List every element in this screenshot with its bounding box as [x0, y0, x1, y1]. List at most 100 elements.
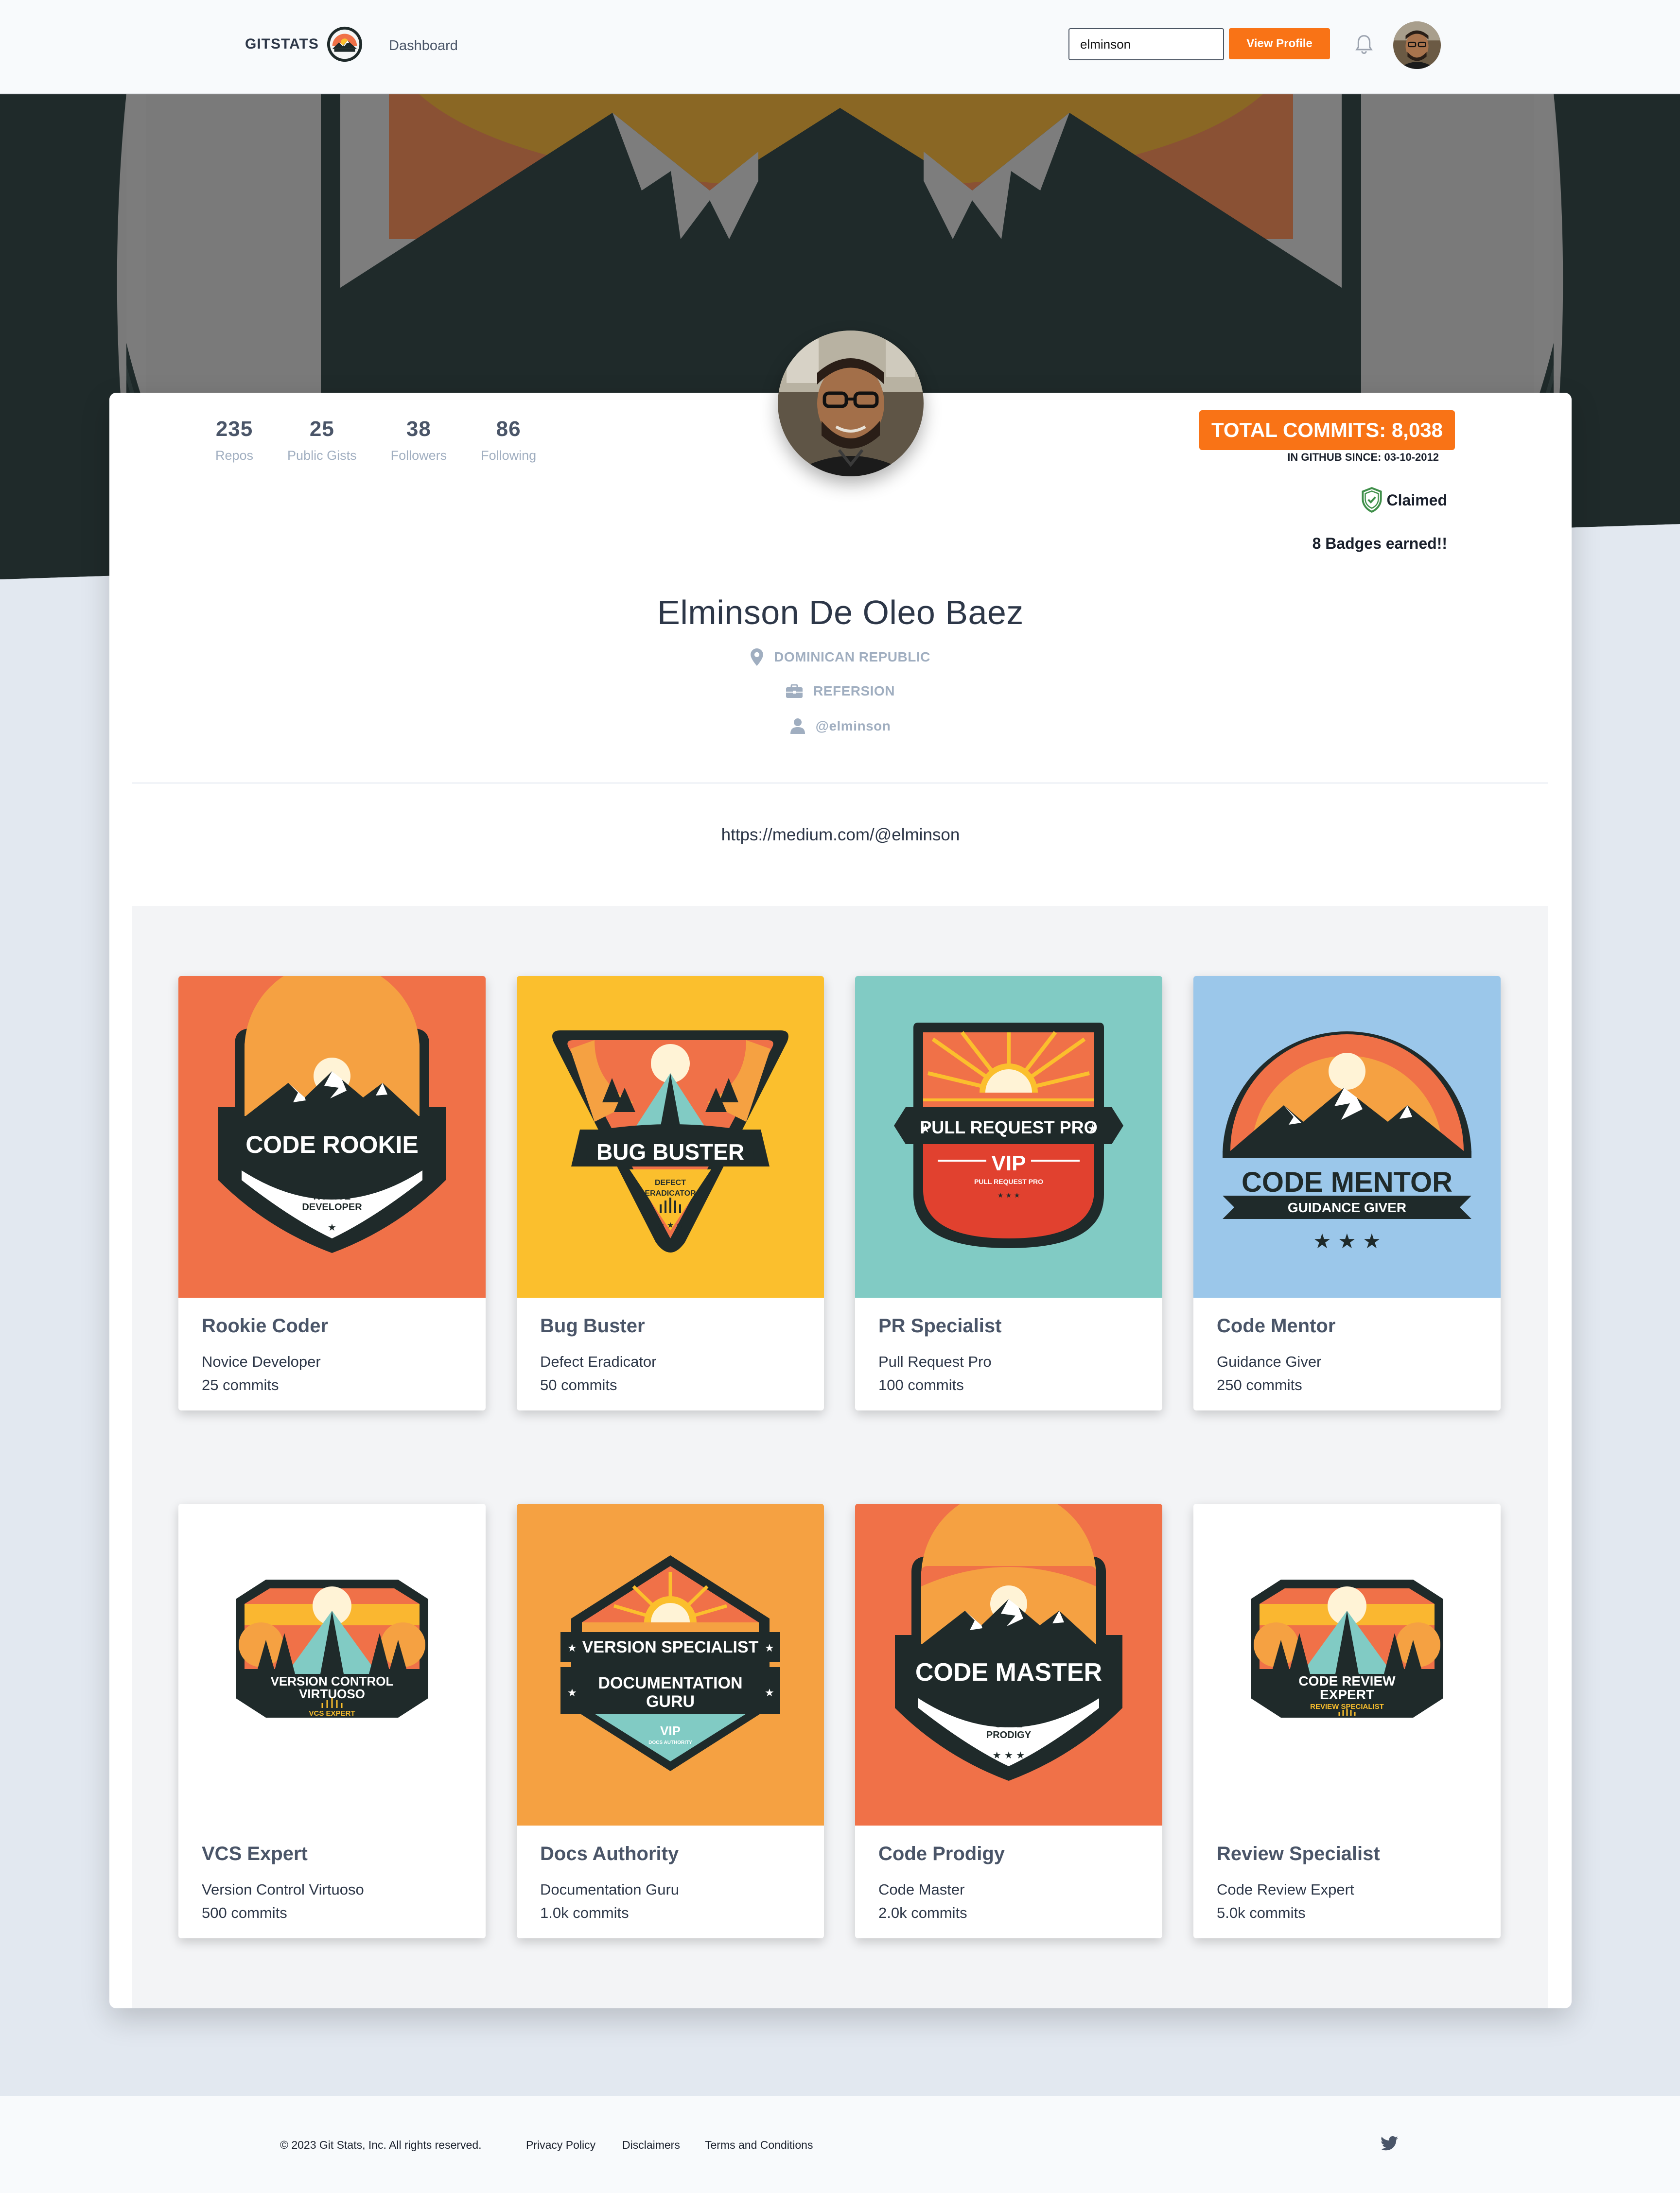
svg-text:GURU: GURU [646, 1692, 695, 1711]
badge-subtitle: Version Control Virtuoso [202, 1881, 364, 1898]
svg-text:★: ★ [328, 1221, 336, 1233]
badge-subtitle: Guidance Giver [1217, 1353, 1322, 1370]
badge-art-title: PULL REQUEST PRO [920, 1117, 1097, 1137]
view-profile-button[interactable]: View Profile [1229, 28, 1330, 59]
documentation-guru-badge-icon: VERSION SPECIALIST ★ ★ DOCUMENTATION GUR… [517, 1504, 824, 1826]
stat-followers: 38 Followers [391, 417, 447, 463]
badge-title: PR Specialist [878, 1315, 1002, 1337]
search-input[interactable] [1068, 28, 1224, 60]
code-review-expert-badge-icon: CODE REVIEW EXPERT REVIEW SPECIALIST [1193, 1504, 1501, 1826]
stat-label: Repos [215, 448, 254, 463]
svg-text:DOCS AUTHORITY: DOCS AUTHORITY [648, 1740, 692, 1745]
badge-commits: 50 commits [540, 1376, 617, 1393]
svg-text:DEFECT: DEFECT [655, 1179, 686, 1187]
bell-icon[interactable] [1354, 34, 1374, 55]
svg-text:★ ★ ★: ★ ★ ★ [657, 1220, 683, 1230]
twitter-icon[interactable] [1381, 2136, 1398, 2151]
nav-link-dashboard[interactable]: Dashboard [389, 38, 458, 54]
badge-art: CODE MASTER CODE PRODIGY ★ ★ ★ [855, 1504, 1162, 1826]
badge-card-rookie-coder[interactable]: CODE ROOKIE NOVICE DEVELOPER ★ Rookie Co… [178, 976, 486, 1410]
badge-subtitle: Code Review Expert [1217, 1881, 1354, 1898]
badge-card-bug-buster[interactable]: BUG BUSTER DEFECT ERADICATOR ★ ★ ★ Bug B… [517, 976, 824, 1410]
user-avatar[interactable] [1393, 21, 1441, 69]
badge-subtitle: Defect Eradicator [540, 1353, 657, 1370]
profile-photo [778, 331, 924, 476]
badge-title: Review Specialist [1217, 1843, 1380, 1864]
footer: © 2023 Git Stats, Inc. All rights reserv… [0, 2096, 1680, 2193]
svg-text:★: ★ [765, 1642, 774, 1654]
stat-label: Followers [390, 448, 447, 463]
badge-card-docs-authority[interactable]: VERSION SPECIALIST ★ ★ DOCUMENTATION GUR… [517, 1504, 824, 1938]
svg-text:★ ★ ★: ★ ★ ★ [993, 1749, 1025, 1761]
svg-text:★: ★ [567, 1687, 577, 1699]
briefcase-icon [786, 684, 803, 698]
github-since: IN GITHUB SINCE: 03-10-2012 [1287, 451, 1439, 463]
footer-copyright: © 2023 Git Stats, Inc. All rights reserv… [280, 2139, 482, 2151]
badge-title: Code Prodigy [878, 1843, 1005, 1864]
badge-card-review-specialist[interactable]: CODE REVIEW EXPERT REVIEW SPECIALIST Rev… [1193, 1504, 1501, 1938]
badge-subtitle: Novice Developer [202, 1353, 321, 1370]
svg-text:★: ★ [765, 1687, 774, 1699]
stat-value: 38 [406, 417, 431, 441]
badge-commits: 1.0k commits [540, 1904, 629, 1921]
svg-text:GUIDANCE GIVER: GUIDANCE GIVER [1288, 1200, 1406, 1215]
badge-card-code-mentor[interactable]: CODE MENTOR GUIDANCE GIVER ★ ★ ★ Code Me… [1193, 976, 1501, 1410]
brand-name: GITSTATS [245, 36, 319, 52]
footer-link-disclaimers[interactable]: Disclaimers [622, 2139, 680, 2152]
badge-art: CODE REVIEW EXPERT REVIEW SPECIALIST [1193, 1504, 1501, 1826]
total-commits-badge: TOTAL COMMITS: 8,038 [1199, 410, 1455, 450]
svg-text:DEVELOPER: DEVELOPER [302, 1202, 362, 1213]
svg-text:VCS EXPERT: VCS EXPERT [309, 1709, 355, 1718]
svg-text:★: ★ [920, 1122, 931, 1135]
svg-text:CODE: CODE [995, 1719, 1023, 1730]
svg-text:★: ★ [567, 1642, 577, 1654]
badge-art-title: VERSION SPECIALIST [582, 1638, 759, 1656]
svg-text:PRODIGY: PRODIGY [986, 1730, 1032, 1740]
badge-commits: 250 commits [1217, 1376, 1302, 1393]
badge-art-title: CODE ROOKIE [245, 1131, 419, 1158]
badge-art: CODE ROOKIE NOVICE DEVELOPER ★ [178, 976, 486, 1298]
profile-name: Elminson De Oleo Baez [657, 593, 1024, 631]
badge-commits: 500 commits [202, 1904, 287, 1921]
badge-art: BUG BUSTER DEFECT ERADICATOR ★ ★ ★ [517, 976, 824, 1298]
badge-title: Code Mentor [1217, 1315, 1336, 1337]
user-icon [790, 718, 805, 734]
stat-repos: 235 Repos [215, 417, 253, 463]
company-text: REFERSION [813, 683, 895, 698]
badge-art-title: BUG BUSTER [596, 1139, 744, 1165]
badge-commits: 25 commits [202, 1376, 279, 1393]
svg-text:VIP: VIP [660, 1723, 681, 1738]
badge-subtitle: Pull Request Pro [878, 1353, 992, 1370]
navbar: GITSTATS Dashboard View Profile [0, 0, 1680, 94]
badges-earned-count: 8 Badges earned!! [1312, 535, 1447, 552]
footer-link-terms[interactable]: Terms and Conditions [705, 2139, 813, 2152]
pull-request-pro-badge-icon: PULL REQUEST PRO ★ ★ VIP PULL REQUEST PR… [855, 976, 1162, 1298]
map-pin-icon [751, 648, 764, 666]
brand[interactable]: GITSTATS [245, 25, 364, 63]
location-text: DOMINICAN REPUBLIC [774, 649, 930, 664]
claimed-status: Claimed [1360, 486, 1447, 514]
svg-text:DOCUMENTATION: DOCUMENTATION [598, 1674, 742, 1692]
code-mentor-badge-icon: CODE MENTOR GUIDANCE GIVER ★ ★ ★ [1193, 976, 1501, 1298]
profile-card: 235 Repos 25 Public Gists 38 Followers 8… [109, 331, 1572, 2008]
badge-commits: 2.0k commits [878, 1904, 967, 1921]
profile-website-link[interactable]: https://medium.com/@elminson [109, 825, 1572, 845]
footer-link-privacy[interactable]: Privacy Policy [526, 2139, 595, 2152]
badge-card-code-prodigy[interactable]: CODE MASTER CODE PRODIGY ★ ★ ★ Code Prod… [855, 1504, 1162, 1938]
svg-text:VIP: VIP [992, 1151, 1026, 1175]
badge-commits: 5.0k commits [1217, 1904, 1306, 1921]
badge-card-vcs-expert[interactable]: VERSION CONTROL VIRTUOSO VCS EXPERT VCS … [178, 1504, 486, 1938]
profile-photo-image [778, 331, 924, 476]
badge-subtitle: Documentation Guru [540, 1881, 680, 1898]
badge-card-pr-specialist[interactable]: PULL REQUEST PRO ★ ★ VIP PULL REQUEST PR… [855, 976, 1162, 1410]
stat-value: 235 [215, 417, 253, 441]
stat-label: Public Gists [287, 448, 357, 463]
stat-value: 25 [309, 417, 334, 441]
svg-text:EXPERT: EXPERT [1320, 1687, 1374, 1702]
profile-company: REFERSION [109, 683, 1572, 699]
badge-art-title: CODE REVIEW [1298, 1673, 1396, 1688]
badge-art-title: CODE MENTOR [1242, 1166, 1452, 1198]
claimed-label: Claimed [1386, 491, 1447, 509]
badge-subtitle: Code Master [878, 1881, 965, 1898]
stat-value: 86 [496, 417, 521, 441]
